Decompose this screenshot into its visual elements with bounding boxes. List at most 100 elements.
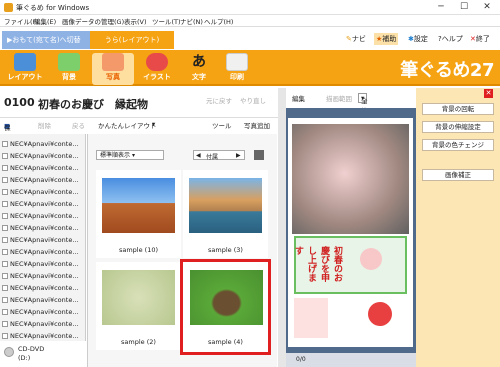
thumbnail-selected[interactable]: sample (4) <box>180 259 271 355</box>
canvas-range[interactable]: 描画範囲 <box>326 93 352 103</box>
checkbox[interactable] <box>2 201 8 207</box>
navi-button[interactable]: ✎ナビ <box>346 33 366 45</box>
category-label: 付属 <box>206 154 219 161</box>
tree-item[interactable]: NEC¥Apnavi¥conte... <box>0 186 85 198</box>
illust-tool-button[interactable]: イラスト <box>136 53 178 85</box>
placed-photo <box>292 124 409 234</box>
checkbox[interactable] <box>2 237 8 243</box>
rotate-background-button[interactable]: 背景の回転 <box>422 103 494 115</box>
layout-tool-button[interactable]: レイアウト <box>4 53 46 85</box>
cd-label: CD-DVD <box>18 345 45 353</box>
chevron-down-icon[interactable]: ▾ <box>152 120 155 128</box>
tree-item[interactable]: NEC¥Apnavi¥conte... <box>0 138 85 150</box>
photo-desert <box>102 178 175 233</box>
tree-item[interactable]: NEC¥Apnavi¥conte... <box>0 318 85 330</box>
tools-menu-button[interactable]: ツール <box>212 120 232 130</box>
assist-button[interactable]: ★補助 <box>374 33 399 45</box>
canvas-edit[interactable]: 編集 <box>292 93 305 103</box>
canvas-toolbar: 編集 描画範囲 全体を表示 ▾ <box>286 92 414 145</box>
brand-logo: 筆ぐるめ27 <box>400 60 494 81</box>
checkbox[interactable] <box>2 273 8 279</box>
close-icon[interactable]: ✕ <box>484 89 493 98</box>
next-icon[interactable]: ▶ <box>236 152 241 159</box>
image-correction-button[interactable]: 画像補正 <box>422 169 494 181</box>
menu-help[interactable]: ヘルプ(H) <box>204 16 233 26</box>
menu-tools[interactable]: ツール(T) <box>152 16 181 26</box>
change-color-button[interactable]: 背景の色チェンジ <box>422 139 494 151</box>
photo-tool-button[interactable]: 写真 <box>92 53 134 85</box>
zoom-select[interactable]: 全体を表示 ▾ <box>358 93 368 145</box>
cd-dvd-drive[interactable]: CD-DVD (D:) <box>0 341 86 367</box>
tree-item[interactable]: NEC¥Apnavi¥conte... <box>0 258 85 270</box>
tree-item[interactable]: NEC¥Apnavi¥conte... <box>0 198 85 210</box>
app-icon <box>4 3 13 12</box>
add-photo-button[interactable]: 写真追加 <box>244 120 270 130</box>
redo-button[interactable]: やり直し <box>240 95 266 105</box>
thumbnail[interactable]: sample (3) <box>183 170 268 258</box>
category-pager[interactable]: ◀ 付属 ▶ <box>193 150 245 161</box>
tree-item[interactable]: NEC¥Apnavi¥conte... <box>0 270 85 282</box>
background-tool-button[interactable]: 背景 <box>48 53 90 85</box>
background-icon <box>58 53 80 71</box>
help-button[interactable]: ?ヘルプ <box>438 33 463 45</box>
thumbnail[interactable]: sample (2) <box>96 262 181 350</box>
minimize-button[interactable]: ─ <box>430 1 452 14</box>
menu-view[interactable]: 表示(V) <box>124 16 147 26</box>
exit-button[interactable]: ✕終了 <box>470 33 490 45</box>
checkbox[interactable] <box>2 153 8 159</box>
menu-edit[interactable]: 編集(E) <box>34 16 56 26</box>
greeting-text: 初春のお慶びを申し上げます <box>293 246 342 282</box>
assist-panel: 背景の回転 背景の伸縮設定 背景の色チェンジ 画像補正 <box>416 88 500 367</box>
checkbox[interactable] <box>2 321 8 327</box>
delete-button[interactable]: 削除 <box>38 120 51 130</box>
tree-item[interactable]: NEC¥Apnavi¥conte... <box>0 282 85 294</box>
thumbnail[interactable]: sample (10) <box>96 170 181 258</box>
document-header: 0100 初春のお慶び 縁起物 元に戻す やり直し <box>0 88 278 118</box>
reset-button[interactable]: 戻る <box>72 120 85 130</box>
grid-view-icon[interactable] <box>254 150 264 160</box>
checkbox[interactable] <box>2 297 8 303</box>
close-window-button[interactable]: ✕ <box>476 1 498 14</box>
tree-item[interactable]: NEC¥Apnavi¥conte... <box>0 306 85 318</box>
menu-image-data[interactable]: 画像データの管理(G) <box>62 16 124 26</box>
tree-item[interactable]: NEC¥Apnavi¥conte... <box>0 162 85 174</box>
checkbox[interactable] <box>2 333 8 339</box>
layout-tab[interactable]: うら(レイアウト) <box>90 31 174 49</box>
checkbox[interactable] <box>2 177 8 183</box>
tree-item[interactable]: NEC¥Apnavi¥conte... <box>0 294 85 306</box>
panel-scrollbar[interactable] <box>278 88 286 367</box>
text-tool-button[interactable]: あ 文字 <box>178 53 220 85</box>
photo-bird <box>102 270 175 325</box>
checkbox[interactable] <box>2 189 8 195</box>
stretch-background-button[interactable]: 背景の伸縮設定 <box>422 121 494 133</box>
settings-button[interactable]: ✱設定 <box>408 33 428 45</box>
checkbox[interactable] <box>2 249 8 255</box>
tree-item[interactable]: NEC¥Apnavi¥conte... <box>0 174 85 186</box>
checkbox[interactable] <box>2 141 8 147</box>
checkbox[interactable] <box>2 165 8 171</box>
easy-layout-button[interactable]: かんたんレイアウト <box>98 120 157 130</box>
sort-select[interactable]: 標準順表示 ▾ <box>96 150 164 160</box>
print-tool-button[interactable]: 印刷 <box>216 53 258 85</box>
checkbox[interactable] <box>2 213 8 219</box>
menu-navi[interactable]: ナビ(N) <box>180 16 203 26</box>
tree-item[interactable]: NEC¥Apnavi¥conte... <box>0 222 85 234</box>
maximize-button[interactable]: ☐ <box>453 1 475 14</box>
undo-button[interactable]: 元に戻す <box>206 95 232 105</box>
checkbox[interactable] <box>2 309 8 315</box>
tree-item[interactable]: NEC¥Apnavi¥conte... <box>0 150 85 162</box>
checkbox[interactable] <box>2 261 8 267</box>
tree-item[interactable]: NEC¥Apnavi¥conte... <box>0 234 85 246</box>
switch-front-button[interactable]: ▶おもて(宛て名)へ切替 <box>2 31 90 49</box>
postcard-preview[interactable]: 初春のお慶びを申し上げます <box>288 118 413 347</box>
folder-tree: NEC¥Apnavi¥conte... NEC¥Apnavi¥conte... NE… <box>0 134 86 367</box>
checkbox[interactable] <box>2 285 8 291</box>
prev-icon[interactable]: ◀ <box>196 152 201 159</box>
tree-item[interactable]: NEC¥Apnavi¥conte... <box>0 246 85 258</box>
tool-band: レイアウト 背景 写真 イラスト あ 文字 印刷 筆ぐるめ27 <box>0 50 500 86</box>
printer-icon <box>226 53 248 71</box>
illust-icon <box>146 53 168 71</box>
tree-item[interactable]: NEC¥Apnavi¥conte... <box>0 210 85 222</box>
checkbox[interactable] <box>2 225 8 231</box>
photo-icon <box>102 53 124 71</box>
